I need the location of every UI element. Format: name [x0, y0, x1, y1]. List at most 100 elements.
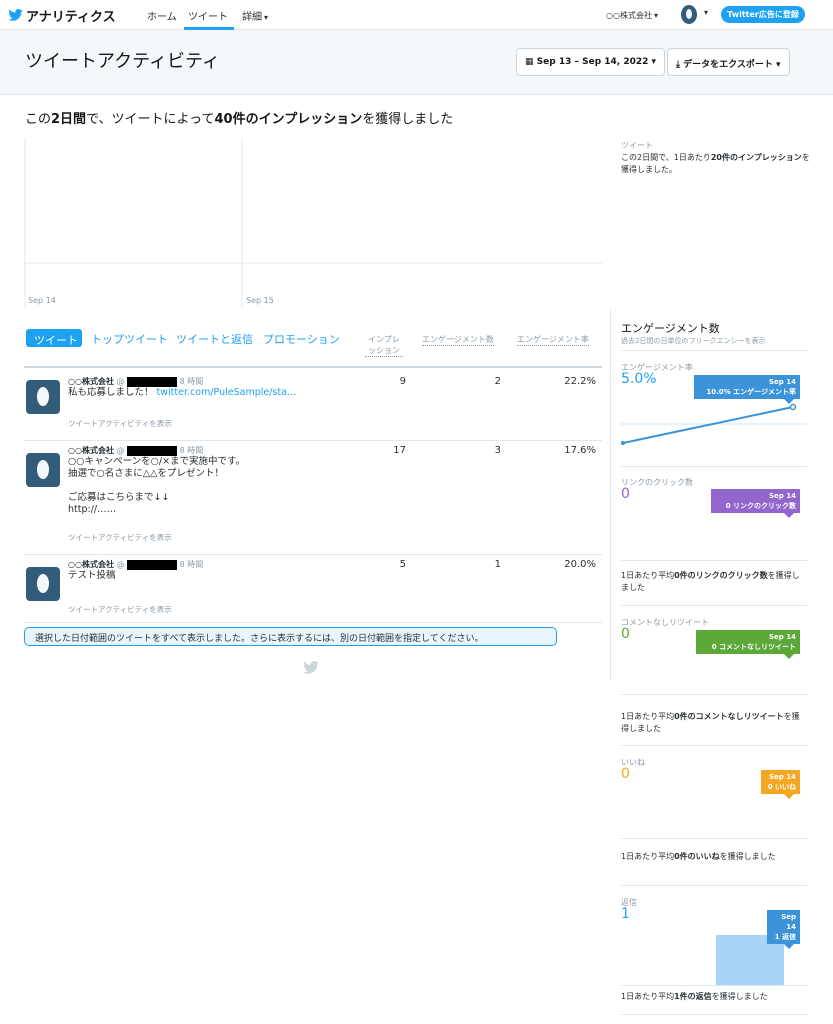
table-row[interactable]: ○○株式会社 @ 8 時間 私も応募しました！ twitter.com/Pule…	[24, 372, 602, 440]
retweets-summary: 1日あたり平均0件のコメントなしリツイートを獲得しました	[621, 711, 807, 735]
export-data-button[interactable]: ⤓ データをエクスポート ▾	[667, 48, 790, 76]
chevron-down-icon: ▾	[653, 11, 658, 20]
nav-more[interactable]: 詳細 ▾	[242, 8, 268, 23]
tweet-link[interactable]: twitter.com/PuleSample/sta…	[157, 387, 297, 398]
nav-more-label: 詳細	[242, 12, 262, 23]
tweet-engagement-rate: 22.2%	[564, 376, 596, 387]
top-navigation: アナリティクス ホーム ツイート 詳細 ▾ ○○株式会社 ▾ ▾ Twitter広告…	[0, 0, 833, 30]
tweet-text: ○○キャンペーンを○/×まで実施中です。 抽選で○名さまに△△をプレゼント！ ご…	[68, 456, 388, 516]
account-menu[interactable]: ○○株式会社 ▾	[606, 10, 658, 21]
summary-bold: 0件のいいね	[674, 852, 720, 861]
date-range-button[interactable]: ▦ Sep 13 – Sep 14, 2022 ▾	[516, 48, 666, 76]
likes-tooltip: Sep 14 0 いいね	[761, 770, 800, 799]
tweet-engagements: 1	[494, 559, 501, 570]
twitter-bird-icon[interactable]	[8, 9, 23, 21]
panel-separator	[621, 745, 807, 746]
avatar[interactable]	[681, 5, 697, 24]
retweets-label: コメントなしリツイート	[621, 618, 709, 627]
summary-period: 2日間	[51, 112, 87, 127]
table-row[interactable]: ○○株式会社 @ 8 時間 テスト投稿 ツイートアクティビティを表示 5 1 2…	[24, 559, 602, 622]
tweet-account[interactable]: ○○株式会社	[68, 377, 114, 386]
tweet-text: テスト投稿	[68, 570, 388, 582]
tooltip-date: Sep 14	[769, 633, 796, 641]
link-clicks-tooltip: Sep 14 0 リンクのクリック数	[711, 489, 800, 518]
panel-separator	[621, 838, 807, 839]
column-impressions-line1: インプレ	[368, 335, 400, 344]
summary-post: を獲得しました	[711, 992, 768, 1001]
summary-pre: 1日あたり平均	[621, 852, 675, 861]
panel-separator	[621, 694, 807, 695]
nav-tweets-label: ツイート	[188, 12, 228, 23]
column-engagement-rate[interactable]: エンゲージメント率	[517, 334, 589, 346]
tweet-handle: @	[116, 446, 125, 455]
tweet-handle: @	[116, 377, 125, 386]
likes-summary: 1日あたり平均0件のいいねを獲得しました	[621, 851, 807, 863]
summary-pre: 1日あたり平均	[621, 571, 675, 580]
side-summary-text: この2日間で、1日あたり20件のインプレッションを獲得しました。	[621, 152, 811, 176]
table-row[interactable]: ○○株式会社 @ 8 時間 ○○キャンペーンを○/×まで実施中です。 抽選で○名…	[24, 445, 602, 554]
tweet-text-line: テスト投稿	[68, 570, 116, 581]
tab-top-tweets[interactable]: トップツイート	[91, 331, 168, 347]
export-label: データをエクスポート	[683, 60, 773, 70]
tooltip-date: Sep 14	[769, 378, 796, 386]
avatar[interactable]	[26, 453, 60, 487]
tweet-time: 8 時間	[179, 377, 204, 386]
summary-bold: 0件のリンクのクリック数	[674, 571, 768, 580]
view-tweet-activity-link[interactable]: ツイートアクティビティを表示	[68, 532, 172, 543]
chevron-down-icon: ▾	[776, 60, 781, 70]
redacted-handle	[127, 559, 178, 570]
tweet-impressions: 9	[399, 376, 406, 387]
avatar-egg-icon	[686, 9, 692, 19]
tweet-impressions: 17	[393, 445, 406, 456]
panel-separator	[621, 560, 807, 561]
tab-tweets-and-replies[interactable]: ツイートと返信	[176, 331, 253, 347]
redacted-handle	[127, 445, 178, 456]
tweet-engagement-rate: 20.0%	[564, 559, 596, 570]
view-tweet-activity-link[interactable]: ツイートアクティビティを表示	[68, 418, 172, 429]
row-divider	[24, 554, 602, 555]
tweet-text-line: http://……	[68, 504, 117, 515]
tweet-account[interactable]: ○○株式会社	[68, 446, 114, 455]
tooltip-date: Sep 14	[769, 492, 796, 500]
tweet-impressions: 5	[399, 559, 406, 570]
column-engagements[interactable]: エンゲージメント数	[422, 334, 494, 346]
engagement-panel-subtitle: 過去2日間の日単位のフリークエンシーを表示	[621, 337, 766, 345]
tooltip-text: 1 返信	[774, 933, 796, 941]
tab-tweets[interactable]: ツイート	[26, 329, 82, 347]
tweet-handle: @	[116, 560, 125, 569]
avatar[interactable]	[26, 567, 60, 601]
chevron-down-icon: ▾	[651, 57, 657, 67]
engagement-rate-value: 5.0%	[621, 371, 657, 387]
column-impressions-line2: ッション	[368, 346, 400, 355]
tooltip-text: 10.0% エンゲージメント率	[706, 388, 796, 396]
tweet-header: ○○株式会社 @ 8 時間	[68, 559, 203, 570]
tweet-header: ○○株式会社 @ 8 時間	[68, 376, 203, 387]
tweet-text-line: ご応募はこちらまで↓↓	[68, 492, 170, 503]
sparkline-line	[622, 406, 794, 444]
account-name: ○○株式会社	[606, 11, 652, 20]
twitter-ads-signup-button[interactable]: Twitter広告に登録	[721, 6, 805, 23]
side-summary-label: ツイート	[621, 141, 653, 150]
replies-tooltip: Sep 14 1 返信	[767, 910, 800, 949]
impressions-summary: この2日間で、ツイートによって40件のインプレッションを獲得しました	[25, 108, 453, 127]
tooltip-text: 0 リンクのクリック数	[725, 502, 796, 510]
avatar[interactable]	[26, 380, 60, 414]
tweet-account[interactable]: ○○株式会社	[68, 560, 114, 569]
view-tweet-activity-link[interactable]: ツイートアクティビティを表示	[68, 604, 172, 615]
download-icon: ⤓	[676, 60, 680, 70]
tweet-time: 8 時間	[179, 446, 204, 455]
chevron-down-icon[interactable]: ▾	[704, 8, 708, 17]
tooltip-text: 0 コメントなしリツイート	[711, 643, 796, 651]
tooltip-date: Sep 14	[781, 913, 796, 931]
tab-promotion[interactable]: プロモーション	[263, 331, 340, 347]
column-impressions[interactable]: インプレ ッション	[365, 334, 403, 357]
side-summary-pre: この2日間で、1日あたり	[621, 153, 711, 162]
panel-divider	[610, 310, 611, 680]
nav-home[interactable]: ホーム	[147, 8, 177, 23]
panel-separator	[621, 350, 807, 351]
summary-pre: この	[25, 112, 52, 127]
tweet-header: ○○株式会社 @ 8 時間	[68, 445, 203, 456]
link-clicks-label: リンクのクリック数	[621, 478, 693, 487]
summary-post: を獲得しました	[719, 852, 776, 861]
analytics-brand[interactable]: アナリティクス	[26, 6, 116, 25]
